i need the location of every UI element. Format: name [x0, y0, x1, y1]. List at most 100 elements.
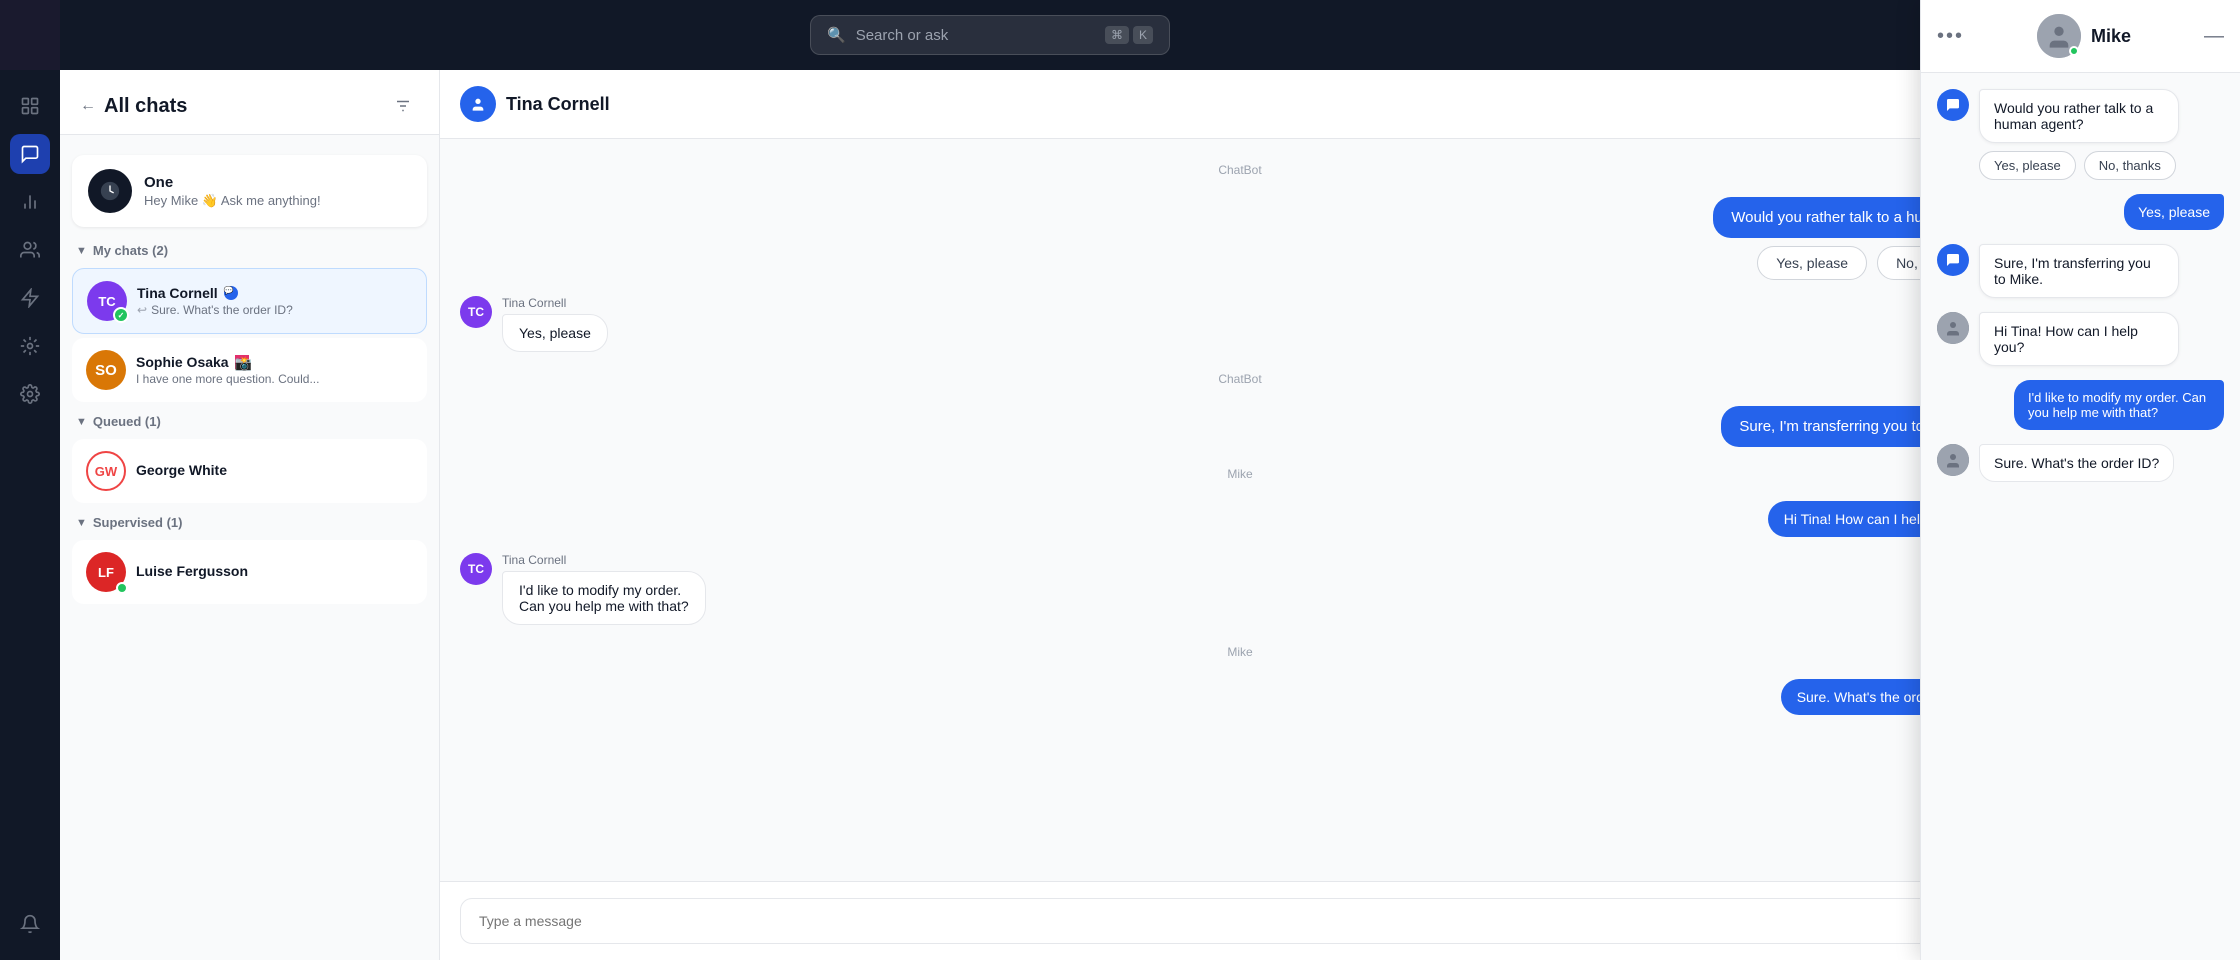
user-msg-name-1: Tina Cornell — [502, 296, 608, 310]
chat-header-avatar — [460, 86, 496, 122]
chatbot-label-2: ChatBot — [460, 372, 2020, 386]
chat-header-left: Tina Cornell — [460, 86, 610, 122]
one-avatar — [88, 169, 132, 213]
mike-bot-msg-2: Sure, I'm transferring you to Mike. — [1937, 244, 2224, 298]
top-bar: 🔍 Search or ask ⌘ K — [60, 0, 1920, 70]
mike-client-msg-1: I'd like to modify my order. Can you hel… — [1937, 380, 2224, 430]
my-chats-section[interactable]: ▼ My chats (2) — [60, 235, 439, 264]
luise-info: Luise Fergusson — [136, 563, 413, 581]
mike-bot-bubble-1: Would you rather talk to a human agent? — [1979, 89, 2179, 143]
mike-agent-msg-2: Sure. What's the order ID? — [1937, 444, 2224, 482]
chat-list-body: One Hey Mike 👋 Ask me anything! ▼ My cha… — [60, 135, 439, 960]
tina-avatar: TC ✓ — [87, 281, 127, 321]
sidebar-icon-integrations[interactable] — [10, 326, 50, 366]
chat-item-sophie[interactable]: SO Sophie Osaka 📸 I have one more questi… — [72, 338, 427, 402]
sidebar — [0, 70, 60, 960]
sidebar-icon-reports[interactable] — [10, 182, 50, 222]
cmd-key: ⌘ — [1105, 26, 1129, 44]
sidebar-icon-settings[interactable] — [10, 374, 50, 414]
user-bubble-2: I'd like to modify my order.Can you help… — [502, 571, 706, 625]
chat-item-tina[interactable]: TC ✓ Tina Cornell 💬 ↩ Sure. What's the o… — [72, 268, 427, 334]
agent-message-2: Sure. What's the order ID? — [460, 679, 2020, 715]
chat-platform-icon: 💬 — [224, 286, 238, 300]
user-msg-name-2: Tina Cornell — [502, 553, 706, 567]
mike-bot-bubble-2: Sure, I'm transferring you to Mike. — [1979, 244, 2179, 298]
chat-item-george[interactable]: GW George White — [72, 439, 427, 503]
mike-agent-msg-1: Hi Tina! How can I help you? — [1937, 312, 2224, 366]
sidebar-icon-bell[interactable] — [10, 904, 50, 944]
chevron-icon-supervised: ▼ — [76, 517, 87, 529]
sidebar-icon-chat[interactable] — [10, 134, 50, 174]
chatbot-label-1: ChatBot — [460, 163, 2020, 177]
tina-preview: ↩ Sure. What's the order ID? — [137, 303, 412, 317]
chat-list-panel: ← All chats One Hey Mike 👋 Ask me anythi… — [60, 70, 440, 960]
message-input[interactable] — [460, 898, 2020, 944]
message-input-area — [440, 881, 2040, 960]
sidebar-icon-lightning[interactable] — [10, 278, 50, 318]
tina-msg-avatar: TC — [460, 296, 492, 328]
one-subtitle: Hey Mike 👋 Ask me anything! — [144, 193, 321, 209]
sidebar-icon-home[interactable] — [10, 86, 50, 126]
queued-section[interactable]: ▼ Queued (1) — [60, 406, 439, 435]
mike-avatar — [2037, 14, 2081, 58]
mike-agent-bubble-1: Hi Tina! How can I help you? — [1979, 312, 2179, 366]
all-chats-title: All chats — [104, 95, 187, 118]
mike-online-indicator — [2069, 46, 2079, 56]
chat-messages: ChatBot Would you rather talk to a human… — [440, 139, 2040, 881]
chat-item-luise[interactable]: LF Luise Fergusson — [72, 540, 427, 604]
george-info: George White — [136, 462, 413, 480]
mike-avatar-area: Mike — [2037, 14, 2131, 58]
chat-list-header: ← All chats — [60, 70, 439, 135]
sophie-info: Sophie Osaka 📸 I have one more question.… — [136, 354, 413, 386]
tina-info: Tina Cornell 💬 ↩ Sure. What's the order … — [137, 285, 412, 317]
mike-name: Mike — [2091, 26, 2131, 47]
mike-yes-btn[interactable]: Yes, please — [1979, 151, 2076, 180]
one-name: One — [144, 174, 321, 191]
main-chat-area: Tina Cornell ••• ChatBot Would you rathe… — [440, 70, 2040, 960]
mike-agent-bubble-2: Sure. What's the order ID? — [1979, 444, 2174, 482]
mike-bot-content-1: Would you rather talk to a human agent? … — [1979, 89, 2179, 180]
queued-label: Queued (1) — [93, 414, 161, 429]
chat-header: Tina Cornell ••• — [440, 70, 2040, 139]
search-bar[interactable]: 🔍 Search or ask ⌘ K — [810, 15, 1170, 55]
supervised-section[interactable]: ▼ Supervised (1) — [60, 507, 439, 536]
mike-agent-avatar-1 — [1937, 312, 1969, 344]
user-msg-content-1: Tina Cornell Yes, please — [502, 296, 608, 352]
mike-choices: Yes, please No, thanks — [1979, 151, 2179, 180]
luise-avatar: LF — [86, 552, 126, 592]
mike-user-bubble-1: Yes, please — [2124, 194, 2224, 230]
user-msg-content-2: Tina Cornell I'd like to modify my order… — [502, 553, 706, 625]
mike-bot-icon-2 — [1937, 244, 1969, 276]
george-name: George White — [136, 462, 413, 478]
tina-msg-avatar-2: TC — [460, 553, 492, 585]
search-placeholder: Search or ask — [856, 27, 1095, 44]
ig-platform-icon: 📸 — [235, 355, 249, 369]
mike-chat-window: ••• Mike — Would you rather talk t — [1920, 0, 2240, 960]
agent-message-1: Hi Tina! How can I help you? — [460, 501, 2020, 537]
sophie-name: Sophie Osaka 📸 — [136, 354, 413, 370]
one-bot-item[interactable]: One Hey Mike 👋 Ask me anything! — [72, 155, 427, 227]
mike-messages: Would you rather talk to a human agent? … — [1921, 73, 2240, 960]
mike-menu-dots[interactable]: ••• — [1937, 25, 1964, 48]
k-key: K — [1133, 26, 1153, 44]
mike-no-btn[interactable]: No, thanks — [2084, 151, 2176, 180]
sophie-preview: I have one more question. Could... — [136, 372, 413, 386]
user-bubble-1: Yes, please — [502, 314, 608, 352]
back-icon[interactable]: ← — [80, 97, 96, 115]
filter-icon[interactable] — [387, 90, 419, 122]
mike-bot-msg-1: Would you rather talk to a human agent? … — [1937, 89, 2224, 180]
mike-bot-icon-1 — [1937, 89, 1969, 121]
mike-minimize-btn[interactable]: — — [2204, 25, 2224, 48]
bot-message-2: Sure, I'm transferring you to Mike. — [460, 406, 2020, 447]
yes-please-btn[interactable]: Yes, please — [1757, 246, 1867, 280]
header-left: ← All chats — [80, 95, 187, 118]
george-avatar: GW — [86, 451, 126, 491]
user-message-1: TC Tina Cornell Yes, please — [460, 296, 2020, 352]
chevron-icon-queued: ▼ — [76, 416, 87, 428]
one-info: One Hey Mike 👋 Ask me anything! — [144, 174, 321, 209]
sidebar-icon-contacts[interactable] — [10, 230, 50, 270]
search-icon: 🔍 — [827, 26, 846, 44]
mike-user-msg-1: Yes, please — [1937, 194, 2224, 230]
mike-label-2: Mike — [460, 645, 2020, 659]
tina-name: Tina Cornell 💬 — [137, 285, 412, 301]
